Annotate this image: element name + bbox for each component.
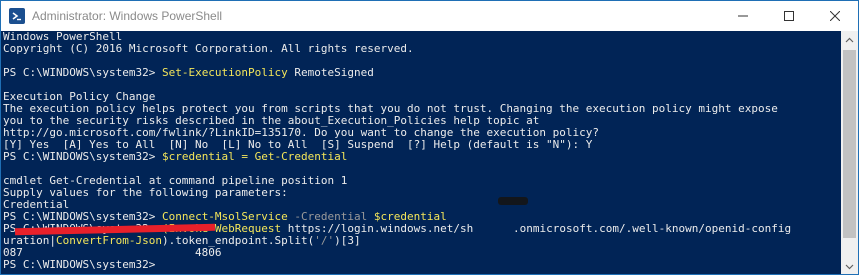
- redaction-smudge: [498, 197, 528, 205]
- console-text: RemoteSigned: [287, 66, 374, 79]
- console-text: $credential = Get-Credential: [161, 150, 348, 163]
- powershell-window: Administrator: Windows PowerShell Window…: [0, 0, 859, 275]
- console-text: PS C:\WINDOWS\system32>: [3, 150, 162, 163]
- scroll-down-button[interactable]: [841, 258, 858, 274]
- window-title: Administrator: Windows PowerShell: [32, 9, 223, 23]
- console-text: .onmicrosoft.com/.well-known/openid-conf…: [512, 222, 792, 235]
- powershell-icon: [9, 8, 25, 24]
- scroll-up-icon: [845, 37, 854, 42]
- window-controls: [720, 1, 858, 31]
- minimize-button[interactable]: [720, 1, 766, 31]
- console-text: '/': [314, 234, 335, 247]
- console-text: PS C:\WINDOWS\system32>: [3, 66, 162, 79]
- close-button[interactable]: [812, 1, 858, 31]
- scroll-up-button[interactable]: [841, 31, 858, 48]
- vertical-scrollbar[interactable]: [841, 31, 858, 274]
- console-text: Copyright (C) 2016 Microsoft Corporation…: [3, 42, 414, 55]
- title-bar[interactable]: Administrator: Windows PowerShell: [1, 1, 858, 31]
- maximize-button[interactable]: [766, 1, 812, 31]
- console-text: Set-ExecutionPolicy: [161, 66, 288, 79]
- maximize-icon: [784, 11, 794, 21]
- console-text: PS C:\WINDOWS\system32>: [3, 258, 162, 271]
- console-line: PS C:\WINDOWS\system32> $credential = Ge…: [3, 151, 347, 163]
- console-line: Copyright (C) 2016 Microsoft Corporation…: [3, 43, 414, 55]
- console-output[interactable]: Windows PowerShell Copyright (C) 2016 Mic…: [1, 31, 840, 274]
- console-text: )[3]: [334, 234, 361, 247]
- close-icon: [830, 11, 840, 21]
- minimize-icon: [738, 15, 748, 17]
- scrollbar-thumb[interactable]: [843, 50, 856, 238]
- console-line: PS C:\WINDOWS\system32>: [3, 259, 162, 271]
- console-line: PS C:\WINDOWS\system32> Set-ExecutionPol…: [3, 67, 374, 79]
- scroll-down-icon: [845, 264, 854, 269]
